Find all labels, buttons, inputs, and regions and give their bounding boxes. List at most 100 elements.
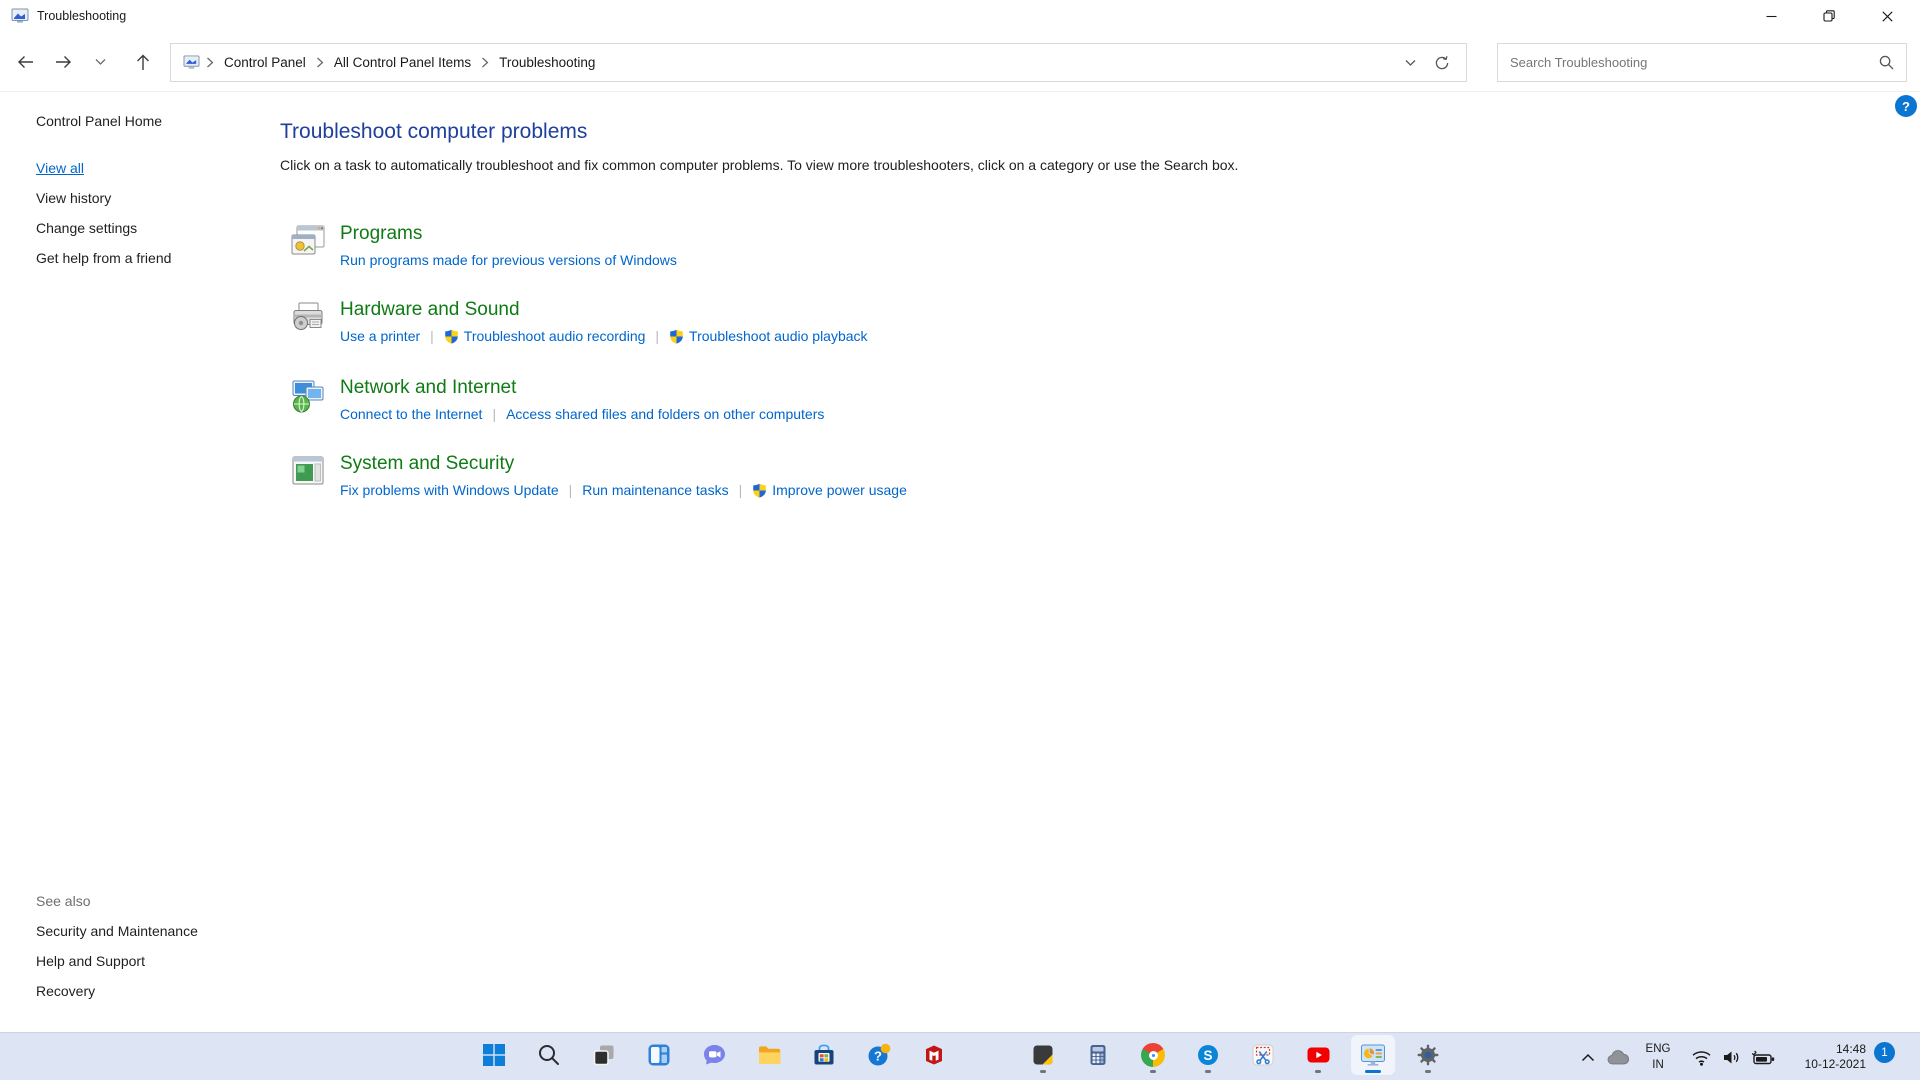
taskbar: ? S ENG IN 14:48 10-12-2021 xyxy=(0,1032,1920,1080)
chrome-icon xyxy=(1141,1043,1165,1067)
taskbar-get-help-button[interactable]: ? xyxy=(857,1035,901,1075)
help-button[interactable]: ? xyxy=(1895,95,1917,117)
taskbar-chrome-button[interactable] xyxy=(1131,1035,1175,1075)
category-text-column: System and Security Fix problems with Win… xyxy=(340,452,907,498)
category-hardware-and-sound: Hardware and Sound Use a printer | Troubles… xyxy=(288,298,868,344)
task-link-access-shared-files-and-folders-on-other-computers[interactable]: Access shared files and folders on other… xyxy=(506,406,824,422)
notification-badge[interactable]: 1 xyxy=(1874,1042,1895,1063)
category-programs: Programs Run programs made for previous v… xyxy=(288,222,677,268)
task-link-improve-power-usage[interactable]: Improve power usage xyxy=(752,482,907,498)
tray-clock[interactable]: 14:48 10-12-2021 xyxy=(1782,1042,1866,1072)
taskbar-settings-button[interactable] xyxy=(1406,1035,1450,1075)
task-link-fix-problems-with-windows-update[interactable]: Fix problems with Windows Update xyxy=(340,482,559,498)
see-also-item-help-and-support[interactable]: Help and Support xyxy=(36,953,145,969)
language-line1: ENG xyxy=(1645,1043,1671,1055)
taskbar-widgets-button[interactable] xyxy=(637,1035,681,1075)
taskbar-chat-button[interactable] xyxy=(692,1035,736,1075)
uac-shield-icon xyxy=(752,483,767,498)
taskbar-snipping-tool-button[interactable] xyxy=(1241,1035,1285,1075)
restore-button[interactable] xyxy=(1800,0,1858,32)
see-also-item-recovery[interactable]: Recovery xyxy=(36,983,95,999)
taskbar-search-button[interactable] xyxy=(527,1035,571,1075)
taskbar-task-view-button[interactable] xyxy=(582,1035,626,1075)
battery-charging-icon xyxy=(1751,1050,1775,1065)
tray-battery-button[interactable] xyxy=(1746,1039,1780,1075)
sidebar-item-change-settings[interactable]: Change settings xyxy=(36,220,137,236)
task-link-connect-to-the-internet[interactable]: Connect to the Internet xyxy=(340,406,482,422)
category-task-links: Run programs made for previous versions … xyxy=(340,252,677,268)
task-link-run-programs-made-for-previous-versions-of-windows[interactable]: Run programs made for previous versions … xyxy=(340,252,677,268)
tray-chevron-up-button[interactable] xyxy=(1574,1039,1602,1075)
taskbar-file-explorer-button[interactable] xyxy=(747,1035,791,1075)
up-button[interactable] xyxy=(126,46,160,78)
svg-text:S: S xyxy=(1203,1048,1212,1063)
link-separator: | xyxy=(655,328,660,344)
taskbar-mcafee-button[interactable] xyxy=(912,1035,956,1075)
see-also-item-security-and-maintenance[interactable]: Security and Maintenance xyxy=(36,923,198,939)
category-task-links: Fix problems with Windows Update | Run mai… xyxy=(340,482,907,498)
tray-wifi-button[interactable] xyxy=(1686,1039,1716,1075)
task-link-troubleshoot-audio-recording[interactable]: Troubleshoot audio recording xyxy=(444,328,645,344)
volume-icon xyxy=(1723,1051,1738,1063)
title-bar: Troubleshooting xyxy=(0,0,1920,32)
refresh-button[interactable] xyxy=(1426,48,1458,78)
task-link-label: Run maintenance tasks xyxy=(582,482,729,498)
windows-start-icon xyxy=(482,1043,506,1067)
taskbar-control-panel-button[interactable] xyxy=(1351,1035,1395,1075)
taskbar-sticky-notes-button[interactable] xyxy=(1021,1035,1065,1075)
task-link-label: Access shared files and folders on other… xyxy=(506,406,825,422)
clock-time: 14:48 xyxy=(1835,1042,1866,1056)
running-indicator xyxy=(1205,1070,1211,1073)
taskbar-start-button[interactable] xyxy=(472,1035,516,1075)
address-dropdown-button[interactable] xyxy=(1394,48,1426,78)
link-separator: | xyxy=(492,406,497,422)
control-panel-app-icon xyxy=(1360,1043,1386,1068)
back-button[interactable] xyxy=(8,46,42,78)
search-icon[interactable] xyxy=(1879,55,1894,70)
control-panel-icon xyxy=(183,55,200,70)
programs-icon xyxy=(288,222,328,262)
language-line2: IN xyxy=(1652,1059,1664,1071)
tray-volume-button[interactable] xyxy=(1716,1039,1746,1075)
category-title-link[interactable]: Network and Internet xyxy=(340,376,516,400)
page-description: Click on a task to automatically trouble… xyxy=(280,157,1239,173)
address-bar[interactable]: Control Panel All Control Panel Items Trou… xyxy=(170,43,1467,82)
taskbar-store-button[interactable] xyxy=(802,1035,846,1075)
category-title-link[interactable]: Hardware and Sound xyxy=(340,298,520,322)
taskbar-calculator-button[interactable] xyxy=(1076,1035,1120,1075)
breadcrumb-item[interactable]: All Control Panel Items xyxy=(328,51,477,74)
category-text-column: Programs Run programs made for previous v… xyxy=(340,222,677,268)
sidebar-item-get-help-from-a-friend[interactable]: Get help from a friend xyxy=(36,250,171,266)
search-input[interactable] xyxy=(1510,55,1879,70)
refresh-icon xyxy=(1435,55,1449,69)
sidebar-item-control-panel-home[interactable]: Control Panel Home xyxy=(36,113,162,129)
task-link-use-a-printer[interactable]: Use a printer xyxy=(340,328,420,344)
search-box xyxy=(1497,43,1907,82)
breadcrumb-separator-icon xyxy=(477,57,493,68)
tray-language-indicator[interactable]: ENG IN xyxy=(1638,1041,1678,1073)
task-view-icon xyxy=(592,1043,616,1067)
link-separator: | xyxy=(568,482,573,498)
forward-button[interactable] xyxy=(46,46,80,78)
close-button[interactable] xyxy=(1858,0,1916,32)
caption-buttons xyxy=(1742,0,1916,32)
tray-onedrive-button[interactable] xyxy=(1602,1039,1634,1075)
minimize-button[interactable] xyxy=(1742,0,1800,32)
breadcrumb-item[interactable]: Troubleshooting xyxy=(493,51,601,74)
taskbar-youtube-button[interactable] xyxy=(1296,1035,1340,1075)
sidebar-item-view-all[interactable]: View all xyxy=(36,160,84,176)
task-link-run-maintenance-tasks[interactable]: Run maintenance tasks xyxy=(582,482,728,498)
recent-locations-button[interactable] xyxy=(88,46,112,78)
category-title-link[interactable]: System and Security xyxy=(340,452,514,476)
task-link-label: Connect to the Internet xyxy=(340,406,483,422)
chevron-down-icon xyxy=(95,59,105,65)
taskbar-skype-button[interactable]: S xyxy=(1186,1035,1230,1075)
category-text-column: Network and Internet Connect to the Inter… xyxy=(340,376,824,422)
settings-gear-icon xyxy=(1416,1043,1440,1067)
category-title-link[interactable]: Programs xyxy=(340,222,422,246)
sidebar-item-view-history[interactable]: View history xyxy=(36,190,111,206)
uac-shield-icon xyxy=(444,329,459,344)
hardware-sound-icon xyxy=(288,298,328,338)
breadcrumb-item[interactable]: Control Panel xyxy=(218,51,312,74)
task-link-troubleshoot-audio-playback[interactable]: Troubleshoot audio playback xyxy=(669,328,868,344)
